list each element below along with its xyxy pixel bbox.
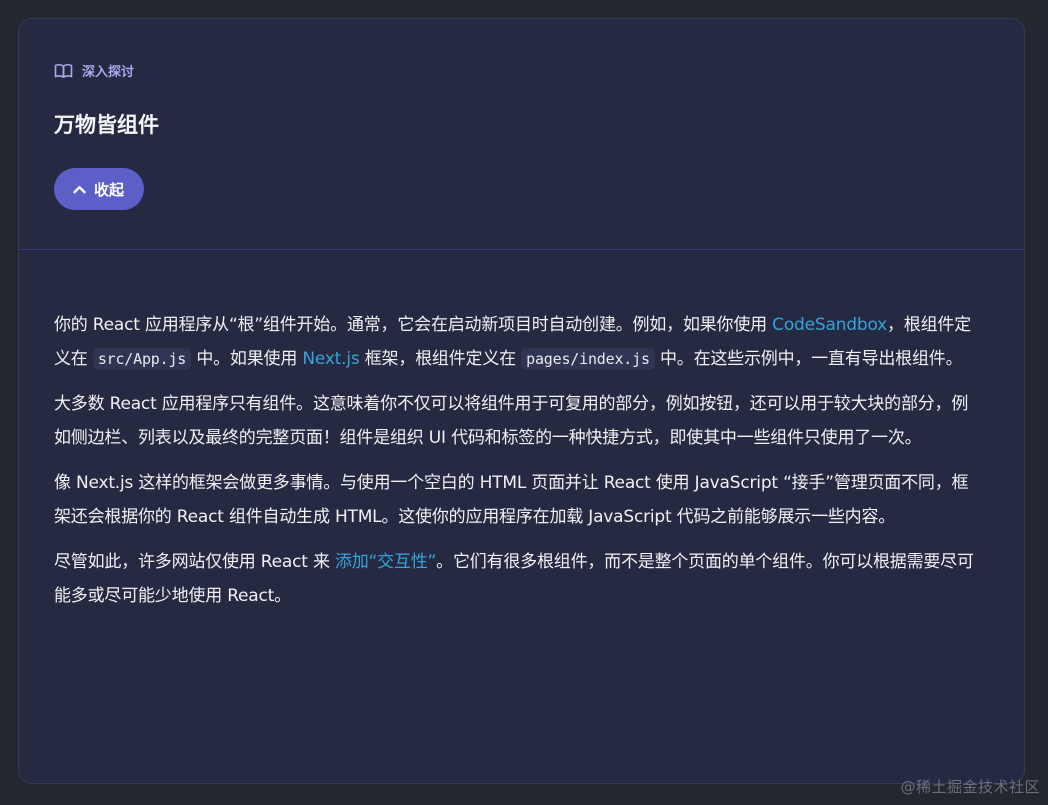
card-header: 深入探讨 万物皆组件 收起 [19,19,1024,250]
watermark: @稀土掘金技术社区 [900,778,1040,796]
collapse-button[interactable]: 收起 [54,168,145,210]
paragraph-interactivity: 尽管如此，许多网站仅使用 React 来 添加“交互性”。它们有很多根组件，而不… [54,552,974,606]
deep-dive-eyebrow: 深入探讨 [54,61,134,80]
code-src-app-js: src/App.js [92,348,192,370]
eyebrow-label: 深入探讨 [82,65,135,80]
book-open-icon [54,63,73,79]
chevron-up-icon [73,185,86,194]
card-body: 你的 React 应用程序从“根”组件开始。通常，它会在启动新项目时自动创建。例… [19,250,1024,613]
deep-dive-card: 深入探讨 万物皆组件 收起 你的 React 应用程序从“根”组件开始。通常，它… [18,18,1025,784]
paragraph-components-everywhere: 大多数 React 应用程序只有组件。这意味着你不仅可以将组件用于可复用的部分，… [54,394,969,448]
paragraph-frameworks: 像 Next.js 这样的框架会做更多事情。与使用一个空白的 HTML 页面并让… [54,473,969,527]
nextjs-link[interactable]: Next.js [302,349,359,369]
paragraph-root-component: 你的 React 应用程序从“根”组件开始。通常，它会在启动新项目时自动创建。例… [54,315,971,370]
collapse-button-label: 收起 [94,180,125,199]
deep-dive-title: 万物皆组件 [54,113,159,137]
codesandbox-link[interactable]: CodeSandbox [772,315,887,335]
add-interactivity-link[interactable]: 添加“交互性” [335,552,436,572]
code-pages-index-js: pages/index.js [521,348,655,370]
